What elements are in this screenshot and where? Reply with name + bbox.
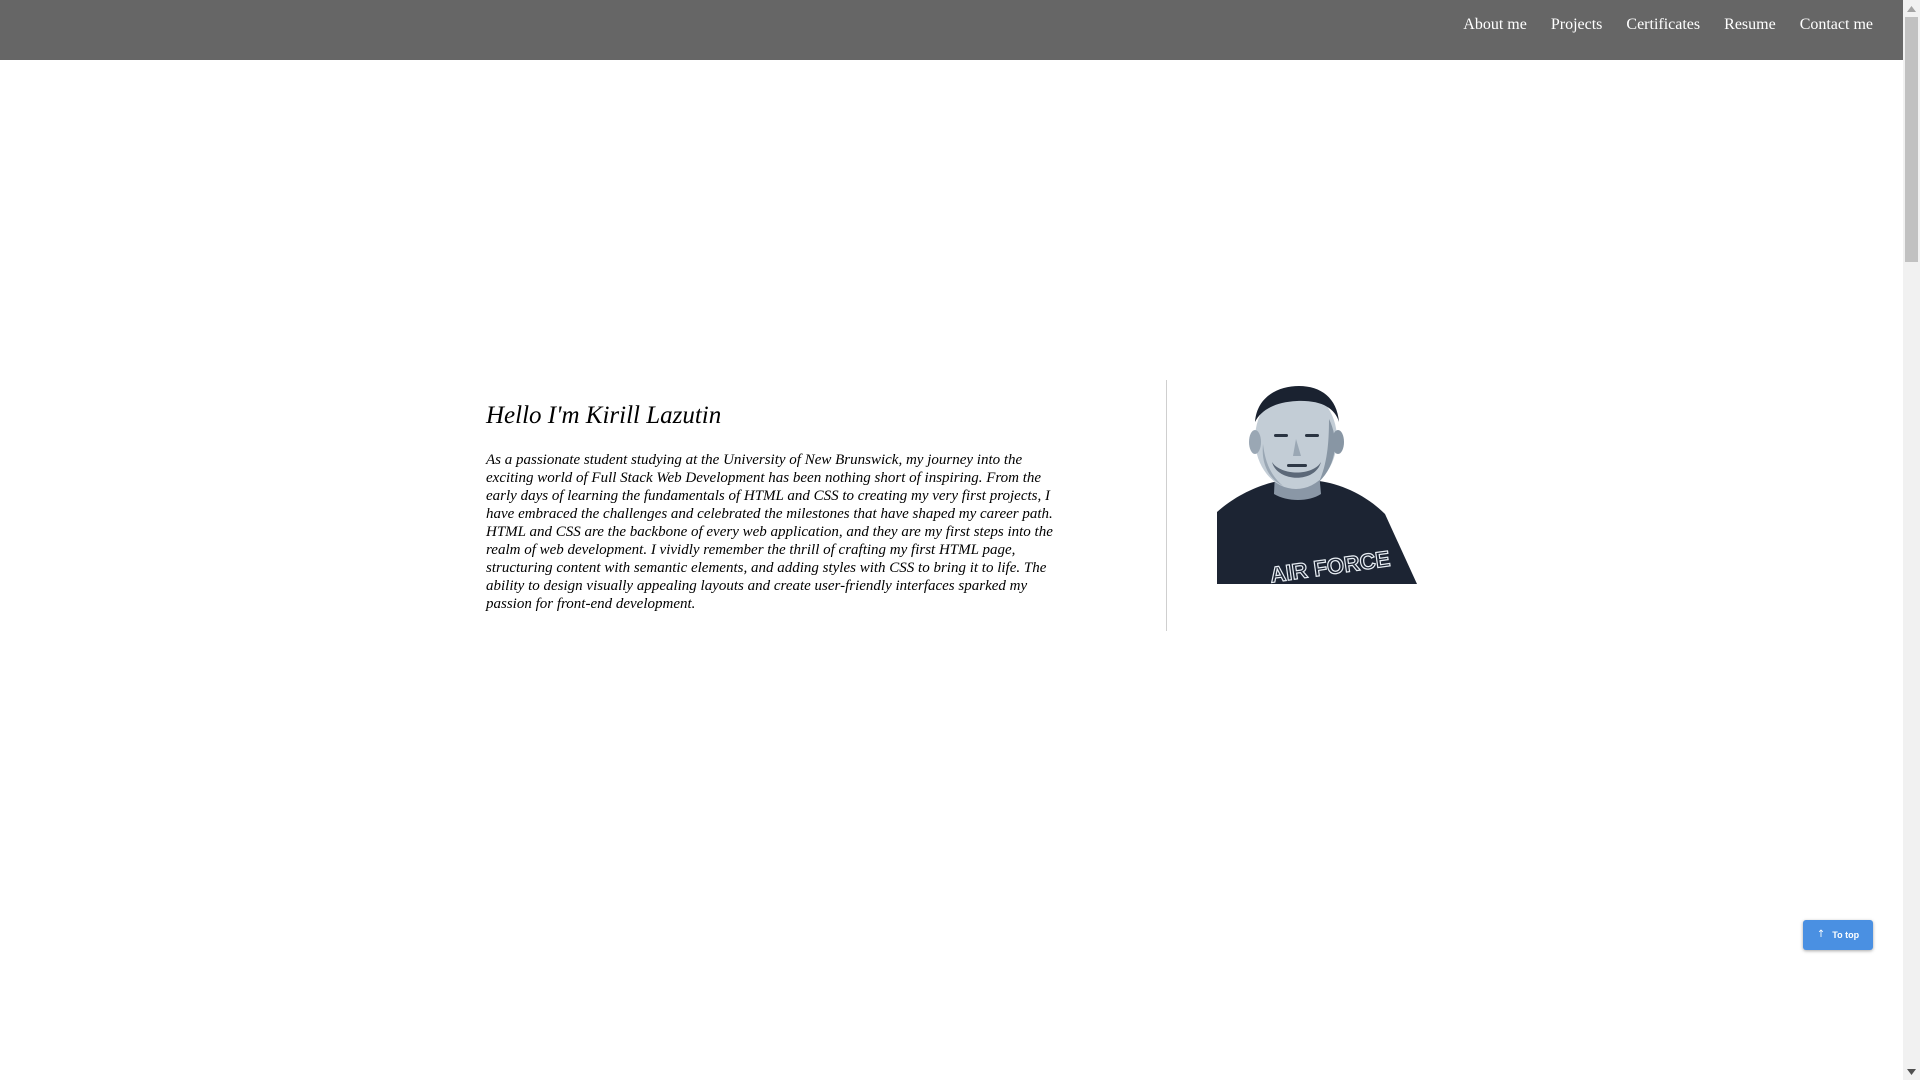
chevron-up-icon	[1907, 5, 1916, 12]
nav-link-resume[interactable]: Resume	[1724, 16, 1776, 34]
vertical-scrollbar[interactable]	[1903, 0, 1920, 1080]
to-top-label: To top	[1832, 930, 1860, 940]
top-navigation-bar: About me Projects Certificates Resume Co…	[0, 0, 1903, 60]
profile-photo: AIR FORCE	[1217, 384, 1417, 585]
nav-link-about-me[interactable]: About me	[1463, 16, 1527, 34]
scroll-down-button[interactable]	[1903, 1063, 1920, 1080]
chevron-down-icon	[1907, 1068, 1916, 1075]
about-paragraph: As a passionate student studying at the …	[486, 452, 1053, 612]
nav-link-certificates[interactable]: Certificates	[1626, 16, 1700, 34]
page: About me Projects Certificates Resume Co…	[0, 0, 1920, 1080]
nav-link-contact-me[interactable]: Contact me	[1800, 16, 1873, 34]
about-heading: Hello I'm Kirill Lazutin	[486, 402, 722, 429]
arrow-up-icon: ↑	[1816, 929, 1826, 940]
scroll-up-button[interactable]	[1903, 0, 1920, 17]
nav-link-projects[interactable]: Projects	[1551, 16, 1603, 34]
scrollbar-thumb[interactable]	[1905, 17, 1918, 262]
about-section: Hello I'm Kirill Lazutin As a passionate…	[486, 380, 1066, 613]
to-top-button[interactable]: ↑ To top	[1803, 920, 1873, 950]
main-nav: About me Projects Certificates Resume Co…	[1463, 0, 1873, 50]
section-divider	[1166, 380, 1167, 631]
